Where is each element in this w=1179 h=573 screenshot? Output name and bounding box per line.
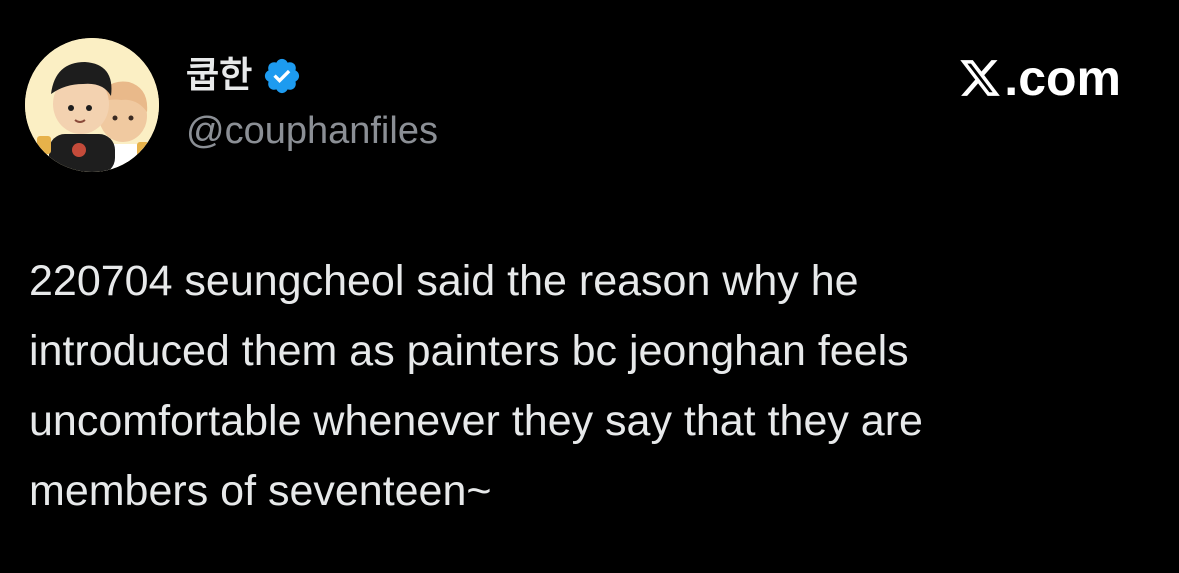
tweet-text: 220704 seungcheol said the reason why he… — [29, 257, 923, 515]
brand-watermark: .com — [958, 50, 1121, 106]
avatar[interactable] — [25, 38, 159, 172]
display-name[interactable]: 쿱한 — [186, 52, 252, 100]
author-name-row: 쿱한 — [186, 52, 302, 100]
x-logo-icon — [958, 56, 1002, 100]
tweet-card: 쿱한 @couphanfiles .com 220704 seungcheol … — [0, 0, 1179, 573]
brand-suffix: .com — [1004, 50, 1121, 106]
author-handle[interactable]: @couphanfiles — [186, 108, 438, 154]
verified-badge-icon — [262, 56, 302, 96]
avatar-illustration — [25, 38, 159, 172]
